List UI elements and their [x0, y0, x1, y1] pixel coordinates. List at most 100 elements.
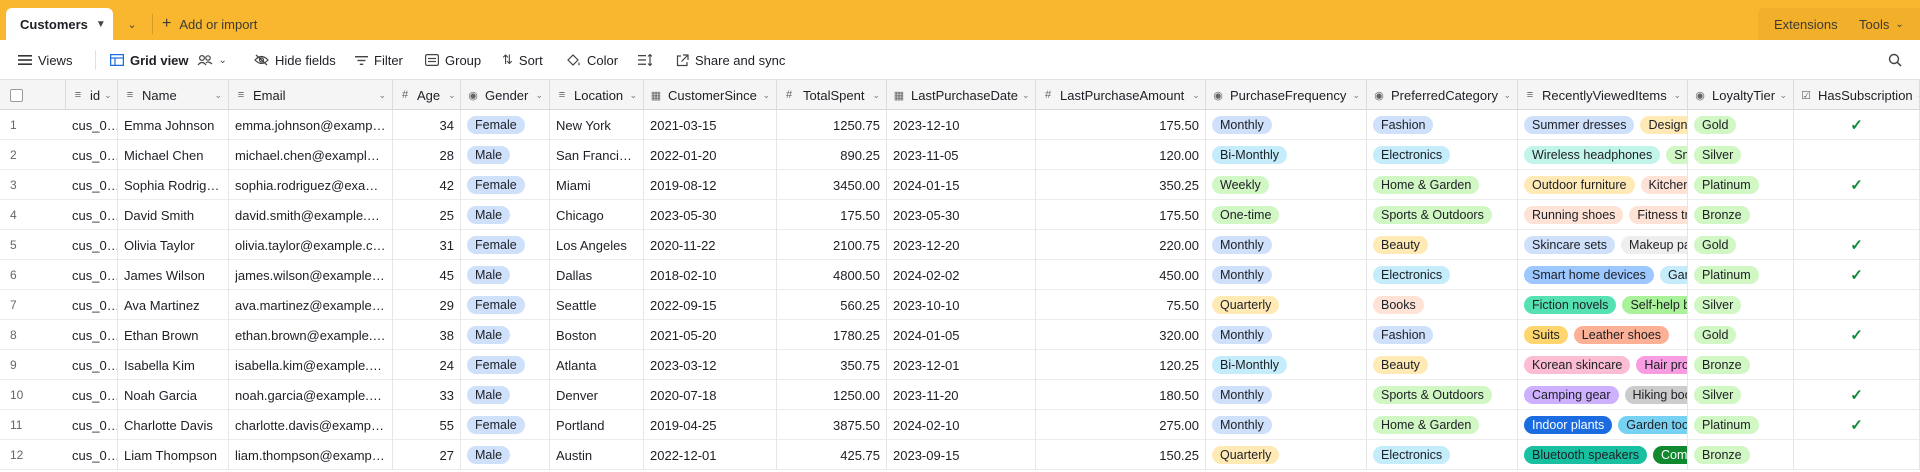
- column-header-total-spent[interactable]: # TotalSpent ⌄: [777, 80, 887, 110]
- cell-recently-viewed[interactable]: Indoor plants Garden too: [1518, 410, 1688, 440]
- cell-gender[interactable]: Female: [461, 410, 550, 440]
- cell-location[interactable]: New York: [550, 110, 644, 140]
- cell-gender[interactable]: Male: [461, 200, 550, 230]
- cell-total-spent[interactable]: 2100.75: [777, 230, 887, 260]
- chevron-down-icon[interactable]: ⌄: [1775, 90, 1787, 101]
- hide-fields-button[interactable]: Hide fields: [254, 40, 336, 80]
- table-row[interactable]: 4 cus_0… David Smith david.smith@example.c……: [0, 200, 1920, 230]
- cell-preferred-category[interactable]: Home & Garden: [1367, 410, 1518, 440]
- cell-id[interactable]: cus_0…: [66, 110, 118, 140]
- cell-id[interactable]: cus_0…: [66, 350, 118, 380]
- cell-has-subscription[interactable]: ✓: [1794, 170, 1920, 200]
- cell-id[interactable]: cus_0…: [66, 320, 118, 350]
- cell-last-purchase-amount[interactable]: 220.00: [1036, 230, 1206, 260]
- cell-gender[interactable]: Male: [461, 440, 550, 470]
- cell-email[interactable]: isabella.kim@example.c…: [229, 350, 393, 380]
- cell-last-purchase-date[interactable]: 2023-10-10: [887, 290, 1036, 320]
- cell-age[interactable]: 28: [393, 140, 461, 170]
- cell-purchase-frequency[interactable]: Monthly: [1206, 110, 1367, 140]
- cell-last-purchase-amount[interactable]: 320.00: [1036, 320, 1206, 350]
- cell-customer-since[interactable]: 2019-04-25: [644, 410, 777, 440]
- cell-last-purchase-date[interactable]: 2023-05-30: [887, 200, 1036, 230]
- cell-email[interactable]: emma.johnson@exampl…: [229, 110, 393, 140]
- cell-has-subscription[interactable]: ✓: [1794, 110, 1920, 140]
- cell-preferred-category[interactable]: Electronics: [1367, 440, 1518, 470]
- cell-gender[interactable]: Female: [461, 110, 550, 140]
- table-row[interactable]: 7 cus_0… Ava Martinez ava.martinez@example.…: [0, 290, 1920, 320]
- chevron-down-icon[interactable]: ⌄: [444, 90, 456, 101]
- cell-has-subscription[interactable]: ✓: [1794, 410, 1920, 440]
- cell-age[interactable]: 45: [393, 260, 461, 290]
- cell-last-purchase-date[interactable]: 2024-02-02: [887, 260, 1036, 290]
- cell-recently-viewed[interactable]: Wireless headphones Sm: [1518, 140, 1688, 170]
- cell-purchase-frequency[interactable]: Monthly: [1206, 260, 1367, 290]
- chevron-down-icon[interactable]: ⌄: [210, 90, 222, 101]
- sort-button[interactable]: ⇅ Sort: [502, 40, 543, 80]
- chevron-down-icon[interactable]: ⌄: [868, 90, 880, 101]
- cell-has-subscription[interactable]: [1794, 290, 1920, 320]
- cell-customer-since[interactable]: 2023-03-12: [644, 350, 777, 380]
- cell-preferred-category[interactable]: Beauty: [1367, 350, 1518, 380]
- cell-email[interactable]: sophia.rodriguez@exam…: [229, 170, 393, 200]
- cell-recently-viewed[interactable]: Suits Leather shoes: [1518, 320, 1688, 350]
- cell-gender[interactable]: Female: [461, 230, 550, 260]
- cell-age[interactable]: 27: [393, 440, 461, 470]
- column-header-loyalty-tier[interactable]: ◉ LoyaltyTier ⌄: [1688, 80, 1794, 110]
- cell-name[interactable]: Michael Chen: [118, 140, 229, 170]
- cell-last-purchase-amount[interactable]: 120.25: [1036, 350, 1206, 380]
- cell-purchase-frequency[interactable]: Monthly: [1206, 320, 1367, 350]
- cell-name[interactable]: Emma Johnson: [118, 110, 229, 140]
- chevron-down-icon[interactable]: ⌄: [219, 55, 227, 66]
- table-row[interactable]: 1 cus_0… Emma Johnson emma.johnson@exampl… 3…: [0, 110, 1920, 140]
- cell-has-subscription[interactable]: ✓: [1794, 260, 1920, 290]
- cell-has-subscription[interactable]: ✓: [1794, 380, 1920, 410]
- cell-preferred-category[interactable]: Books: [1367, 290, 1518, 320]
- table-row[interactable]: 3 cus_0… Sophia Rodriguez sophia.rodriguez@…: [0, 170, 1920, 200]
- cell-total-spent[interactable]: 890.25: [777, 140, 887, 170]
- cell-last-purchase-date[interactable]: 2023-11-05: [887, 140, 1036, 170]
- cell-recently-viewed[interactable]: Smart home devices Gam: [1518, 260, 1688, 290]
- cell-location[interactable]: Dallas: [550, 260, 644, 290]
- cell-loyalty-tier[interactable]: Gold: [1688, 110, 1794, 140]
- cell-last-purchase-amount[interactable]: 275.00: [1036, 410, 1206, 440]
- cell-last-purchase-amount[interactable]: 450.00: [1036, 260, 1206, 290]
- column-header-id[interactable]: ≡ id ⌄: [66, 80, 118, 110]
- cell-gender[interactable]: Male: [461, 260, 550, 290]
- cell-email[interactable]: michael.chen@example.…: [229, 140, 393, 170]
- cell-total-spent[interactable]: 425.75: [777, 440, 887, 470]
- cell-age[interactable]: 42: [393, 170, 461, 200]
- column-header-has-subscription[interactable]: ☑ HasSubscription⌄: [1794, 80, 1920, 110]
- cell-recently-viewed[interactable]: Skincare sets Makeup pa: [1518, 230, 1688, 260]
- cell-purchase-frequency[interactable]: Monthly: [1206, 380, 1367, 410]
- cell-customer-since[interactable]: 2021-03-15: [644, 110, 777, 140]
- chevron-down-icon[interactable]: ⌄: [758, 90, 770, 101]
- chevron-down-icon[interactable]: ⌄: [100, 90, 112, 101]
- cell-gender[interactable]: Male: [461, 140, 550, 170]
- cell-has-subscription[interactable]: ✓: [1794, 320, 1920, 350]
- cell-total-spent[interactable]: 3875.50: [777, 410, 887, 440]
- cell-location[interactable]: Los Angeles: [550, 230, 644, 260]
- cell-has-subscription[interactable]: ✓: [1794, 230, 1920, 260]
- cell-age[interactable]: 33: [393, 380, 461, 410]
- cell-name[interactable]: David Smith: [118, 200, 229, 230]
- cell-id[interactable]: cus_0…: [66, 230, 118, 260]
- chevron-down-icon[interactable]: ⌄: [1018, 90, 1030, 101]
- add-or-import-button[interactable]: + Add or import: [162, 8, 257, 40]
- cell-customer-since[interactable]: 2019-08-12: [644, 170, 777, 200]
- cell-customer-since[interactable]: 2023-05-30: [644, 200, 777, 230]
- cell-preferred-category[interactable]: Fashion: [1367, 320, 1518, 350]
- cell-id[interactable]: cus_0…: [66, 200, 118, 230]
- cell-loyalty-tier[interactable]: Platinum: [1688, 410, 1794, 440]
- cell-purchase-frequency[interactable]: Monthly: [1206, 410, 1367, 440]
- cell-loyalty-tier[interactable]: Bronze: [1688, 350, 1794, 380]
- chevron-down-icon[interactable]: ⌄: [120, 8, 144, 40]
- table-row[interactable]: 10 cus_0… Noah Garcia noah.garcia@example.c…: [0, 380, 1920, 410]
- cell-recently-viewed[interactable]: Bluetooth speakers Comp: [1518, 440, 1688, 470]
- views-button[interactable]: Views: [18, 40, 72, 80]
- column-header-gender[interactable]: ◉ Gender ⌄: [461, 80, 550, 110]
- cell-purchase-frequency[interactable]: Quarterly: [1206, 440, 1367, 470]
- column-header-recently-viewed[interactable]: ≡ RecentlyViewedItems ⌄: [1518, 80, 1688, 110]
- cell-loyalty-tier[interactable]: Bronze: [1688, 200, 1794, 230]
- cell-location[interactable]: Miami: [550, 170, 644, 200]
- cell-loyalty-tier[interactable]: Gold: [1688, 230, 1794, 260]
